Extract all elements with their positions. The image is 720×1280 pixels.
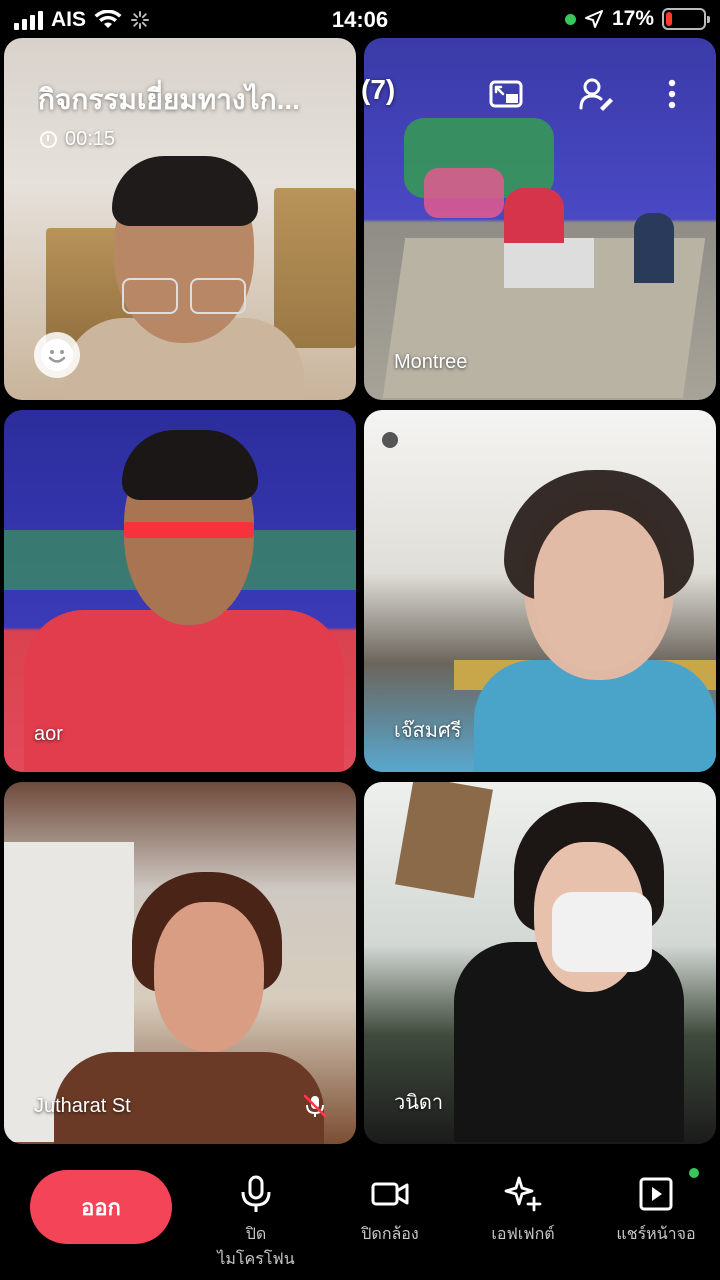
picture-in-picture-icon[interactable] [488, 76, 524, 112]
video-tile-wanida[interactable]: วนิดา [364, 782, 716, 1144]
video-feed [4, 410, 356, 772]
participant-name: เจ๊สมศรี [394, 720, 462, 742]
video-tile-aor[interactable]: aor [4, 410, 356, 772]
participant-name: วนิดา [394, 1092, 444, 1114]
mic-label-line1: ปิด [245, 1226, 267, 1243]
status-right: 17% [564, 7, 710, 31]
mic-toggle-button[interactable]: ปิด ไมโครโฟน [191, 1174, 321, 1272]
privacy-redaction [124, 522, 254, 538]
video-tile-jesomsri[interactable]: เจ๊สมศรี [364, 410, 716, 772]
battery-percent: 17% [611, 7, 654, 30]
meeting-timer: 00:15 [40, 128, 115, 151]
battery-icon [662, 8, 710, 30]
meeting-title[interactable]: กิจกรรมเยี่ยมทางไก... [38, 78, 338, 122]
manage-participants-icon[interactable] [578, 76, 614, 112]
location-arrow-icon [584, 10, 603, 28]
camera-in-use-indicator [564, 13, 576, 25]
mic-label-line2: ไมโครโฟน [217, 1251, 295, 1268]
share-notification-dot [689, 1168, 699, 1178]
effects-label: เอฟเฟกต์ [491, 1226, 555, 1243]
share-label: แชร์หน้าจอ [616, 1226, 696, 1243]
leave-button[interactable]: ออก [30, 1170, 172, 1244]
video-camera-icon [371, 1182, 409, 1206]
smiley-icon [41, 339, 73, 371]
call-controls-bar: ออก ปิด ไมโครโฟน ปิดกล้อง เอฟเฟกต์ แชร์ห… [0, 1150, 720, 1280]
participant-count[interactable]: (7) [361, 74, 395, 106]
sparkle-icon [504, 1176, 542, 1212]
clock-icon [40, 131, 57, 148]
battery-level [666, 12, 673, 26]
timer-value: 00:15 [65, 128, 116, 150]
video-tile-jutharat[interactable]: Jutharat St [4, 782, 356, 1144]
status-bar: AIS 14:06 17% [0, 0, 720, 38]
share-screen-icon [639, 1177, 673, 1211]
camera-toggle-button[interactable]: ปิดกล้อง [325, 1174, 455, 1247]
participant-name: Montree [394, 351, 468, 373]
participant-name: aor [34, 723, 63, 745]
share-screen-button[interactable]: แชร์หน้าจอ [591, 1174, 720, 1247]
muted-mic-icon [303, 1094, 327, 1118]
microphone-icon [241, 1175, 271, 1212]
camera-label: ปิดกล้อง [361, 1226, 419, 1243]
reaction-button[interactable] [34, 332, 80, 378]
video-feed [4, 782, 356, 1144]
effects-button[interactable]: เอฟเฟกต์ [458, 1174, 588, 1247]
more-options-icon[interactable] [654, 76, 690, 112]
participant-name: Jutharat St [34, 1095, 131, 1117]
